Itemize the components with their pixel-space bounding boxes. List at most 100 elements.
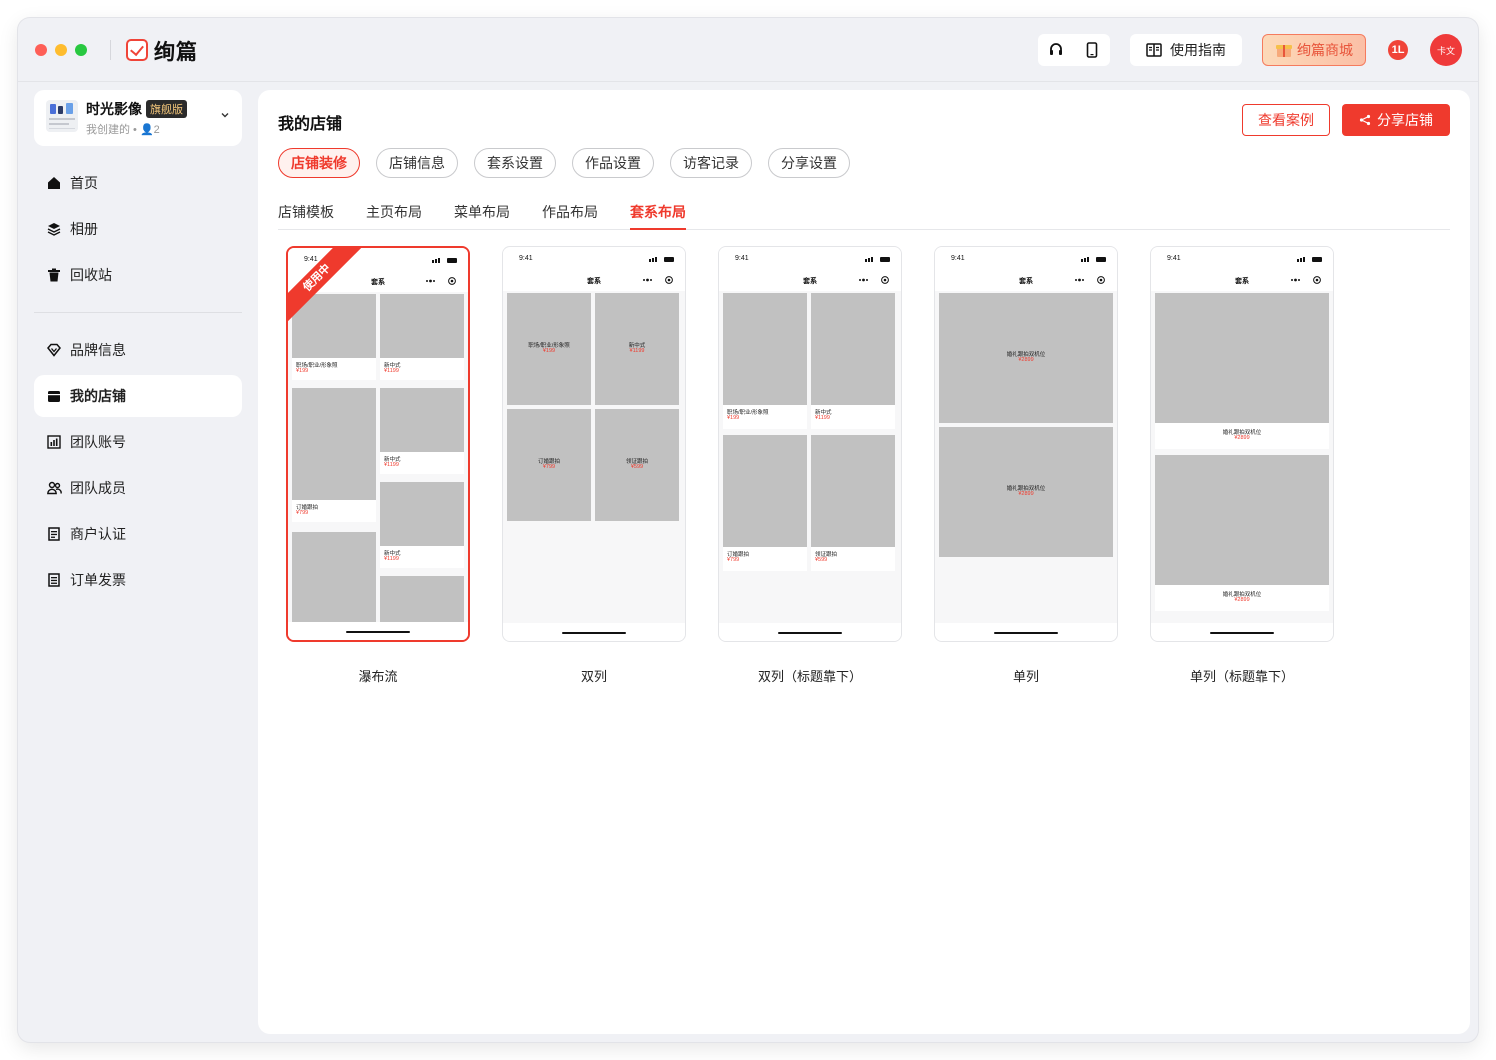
mall-button[interactable]: 绚篇商城 xyxy=(1262,34,1366,66)
package-tile xyxy=(292,532,376,624)
home-indicator xyxy=(1210,632,1274,634)
package-tile-info: 订婚跟拍 ¥799 xyxy=(292,500,376,522)
package-price: ¥1199 xyxy=(384,556,399,562)
package-price: ¥199 xyxy=(727,415,740,421)
package-tile xyxy=(723,435,807,547)
diamond-icon xyxy=(46,342,62,358)
sidebar-item-label: 品牌信息 xyxy=(70,342,126,358)
package-tile xyxy=(811,293,895,405)
account-switcher[interactable]: 时光影像 旗舰版 我创建的 • 👤2 xyxy=(34,90,242,146)
layout-card-waterfall[interactable]: 9:41 套系 职场/职业/形象照 ¥199 新中式 ¥1199 新中式 ¥11… xyxy=(286,246,470,642)
trash-icon xyxy=(46,267,62,283)
package-tile: 婚礼跟拍双机位 ¥2899 xyxy=(939,293,1113,423)
package-tile xyxy=(1155,293,1329,423)
mall-label: 绚篇商城 xyxy=(1297,42,1353,58)
tab-menu-layout[interactable]: 菜单布局 xyxy=(454,202,510,230)
phone-nav-bar: 套系 xyxy=(1151,269,1333,291)
pill-work-settings[interactable]: 作品设置 xyxy=(572,148,654,178)
book-icon xyxy=(1146,43,1162,57)
package-tile: 订婚跟拍 ¥799 xyxy=(507,409,591,521)
sidebar-item-invoice[interactable]: 订单发票 xyxy=(34,559,242,601)
pill-share-settings[interactable]: 分享设置 xyxy=(768,148,850,178)
package-tile: 领证跟拍 ¥599 xyxy=(595,409,679,521)
phone-home-area xyxy=(719,623,901,641)
sidebar-item-label: 我的店铺 xyxy=(70,388,126,404)
user-guide-label: 使用指南 xyxy=(1170,42,1226,58)
pill-store-info[interactable]: 店铺信息 xyxy=(376,148,458,178)
sidebar-item-team-account[interactable]: 团队账号 xyxy=(34,421,242,463)
package-tile xyxy=(380,576,464,624)
signal-icon xyxy=(865,257,891,262)
chart-icon xyxy=(46,434,62,450)
package-price: ¥799 xyxy=(542,464,556,470)
app-window: 绚篇 使用指南 绚篇商城 1L 卡文 时光影像 旗舰版 我创建的 • 👤2 首页… xyxy=(18,18,1478,1042)
layout-card-single-column[interactable]: 9:41 套系 婚礼跟拍双机位 ¥2899 婚礼跟拍双机位 ¥2899 xyxy=(934,246,1118,642)
phone-status-bar: 9:41 xyxy=(935,247,1117,269)
sidebar-item-albums[interactable]: 相册 xyxy=(34,208,242,250)
zoom-window-button[interactable] xyxy=(75,44,87,56)
package-tile xyxy=(723,293,807,405)
page-title: 我的店铺 xyxy=(278,116,343,133)
sidebar-item-label: 相册 xyxy=(70,221,98,237)
pill-visitor-log[interactable]: 访客记录 xyxy=(670,148,752,178)
mobile-icon[interactable] xyxy=(1074,34,1110,66)
title-divider xyxy=(110,40,111,60)
sidebar-item-label: 商户认证 xyxy=(70,526,126,542)
sidebar-item-merchant-auth[interactable]: 商户认证 xyxy=(34,513,242,555)
layout-card-single-column-title-below[interactable]: 9:41 套系 婚礼跟拍双机位 ¥2899 婚礼跟拍双机位 ¥2899 xyxy=(1150,246,1334,642)
pill-package-settings[interactable]: 套系设置 xyxy=(474,148,556,178)
share-store-label: 分享店铺 xyxy=(1377,112,1433,128)
phone-home-area xyxy=(503,623,685,641)
layout-label: 单列（标题靠下） xyxy=(1189,669,1294,684)
sidebar-item-label: 团队账号 xyxy=(70,434,126,450)
package-price: ¥599 xyxy=(630,464,644,470)
sidebar-item-home[interactable]: 首页 xyxy=(34,162,242,204)
user-guide-button[interactable]: 使用指南 xyxy=(1130,34,1242,66)
package-price: ¥599 xyxy=(815,557,828,563)
package-price: ¥799 xyxy=(296,510,309,516)
view-cases-button[interactable]: 查看案例 xyxy=(1242,104,1330,136)
sidebar-item-recycle[interactable]: 回收站 xyxy=(34,254,242,296)
chevron-down-icon xyxy=(221,113,229,118)
phone-home-area xyxy=(935,623,1117,641)
tab-work-layout[interactable]: 作品布局 xyxy=(542,202,598,230)
package-tile-info: 职场/职业/形象照 ¥199 xyxy=(723,405,807,429)
phone-home-area xyxy=(288,622,468,640)
tab-store-template[interactable]: 店铺模板 xyxy=(278,202,334,230)
close-window-button[interactable] xyxy=(35,44,47,56)
pill-store-decoration[interactable]: 店铺装修 xyxy=(278,148,360,178)
home-indicator xyxy=(778,632,842,634)
layout-card-double-column[interactable]: 9:41 套系 职场/职业/形象照 ¥199 新中式 ¥1199 订婚跟拍 ¥7… xyxy=(502,246,686,642)
layout-card-double-column-title-below[interactable]: 9:41 套系 职场/职业/形象照 ¥199 新中式 ¥1199 订婚跟拍 ¥7… xyxy=(718,246,902,642)
sidebar-item-brand[interactable]: 品牌信息 xyxy=(34,329,242,371)
home-icon xyxy=(46,175,62,191)
tab-home-layout[interactable]: 主页布局 xyxy=(366,202,422,230)
account-tier-badge: 旗舰版 xyxy=(146,100,187,118)
share-store-button[interactable]: 分享店铺 xyxy=(1342,104,1450,136)
title-bar: 绚篇 使用指南 绚篇商城 1L 卡文 xyxy=(18,18,1478,82)
invoice-icon xyxy=(46,572,62,588)
signal-icon xyxy=(1297,257,1323,262)
layout-label: 双列（标题靠下） xyxy=(757,669,862,684)
layout-label: 单列 xyxy=(1012,669,1039,684)
phone-nav-bar: 套系 xyxy=(719,269,901,291)
tab-package-layout[interactable]: 套系布局 xyxy=(630,202,686,230)
phone-nav-bar: 套系 xyxy=(935,269,1117,291)
minimize-window-button[interactable] xyxy=(55,44,67,56)
sidebar-item-label: 团队成员 xyxy=(70,480,126,496)
headset-icon[interactable] xyxy=(1038,34,1074,66)
package-tile-info: 新中式 ¥1199 xyxy=(380,546,464,568)
notification-badge[interactable]: 1L xyxy=(1388,40,1408,60)
user-avatar[interactable]: 卡文 xyxy=(1430,34,1462,66)
package-tile-info: 婚礼跟拍双机位 ¥2899 xyxy=(1155,585,1329,611)
package-tile: 职场/职业/形象照 ¥199 xyxy=(507,293,591,405)
package-tile xyxy=(380,482,464,546)
sidebar-item-team-members[interactable]: 团队成员 xyxy=(34,467,242,509)
package-tile xyxy=(1155,455,1329,585)
signal-icon xyxy=(1081,257,1107,262)
sidebar-item-my-store[interactable]: 我的店铺 xyxy=(34,375,242,417)
sidebar-item-label: 回收站 xyxy=(70,267,112,283)
package-price: ¥2899 xyxy=(1234,435,1250,441)
package-tile-info: 新中式 ¥1199 xyxy=(811,405,895,429)
sidebar-item-label: 首页 xyxy=(70,175,98,191)
